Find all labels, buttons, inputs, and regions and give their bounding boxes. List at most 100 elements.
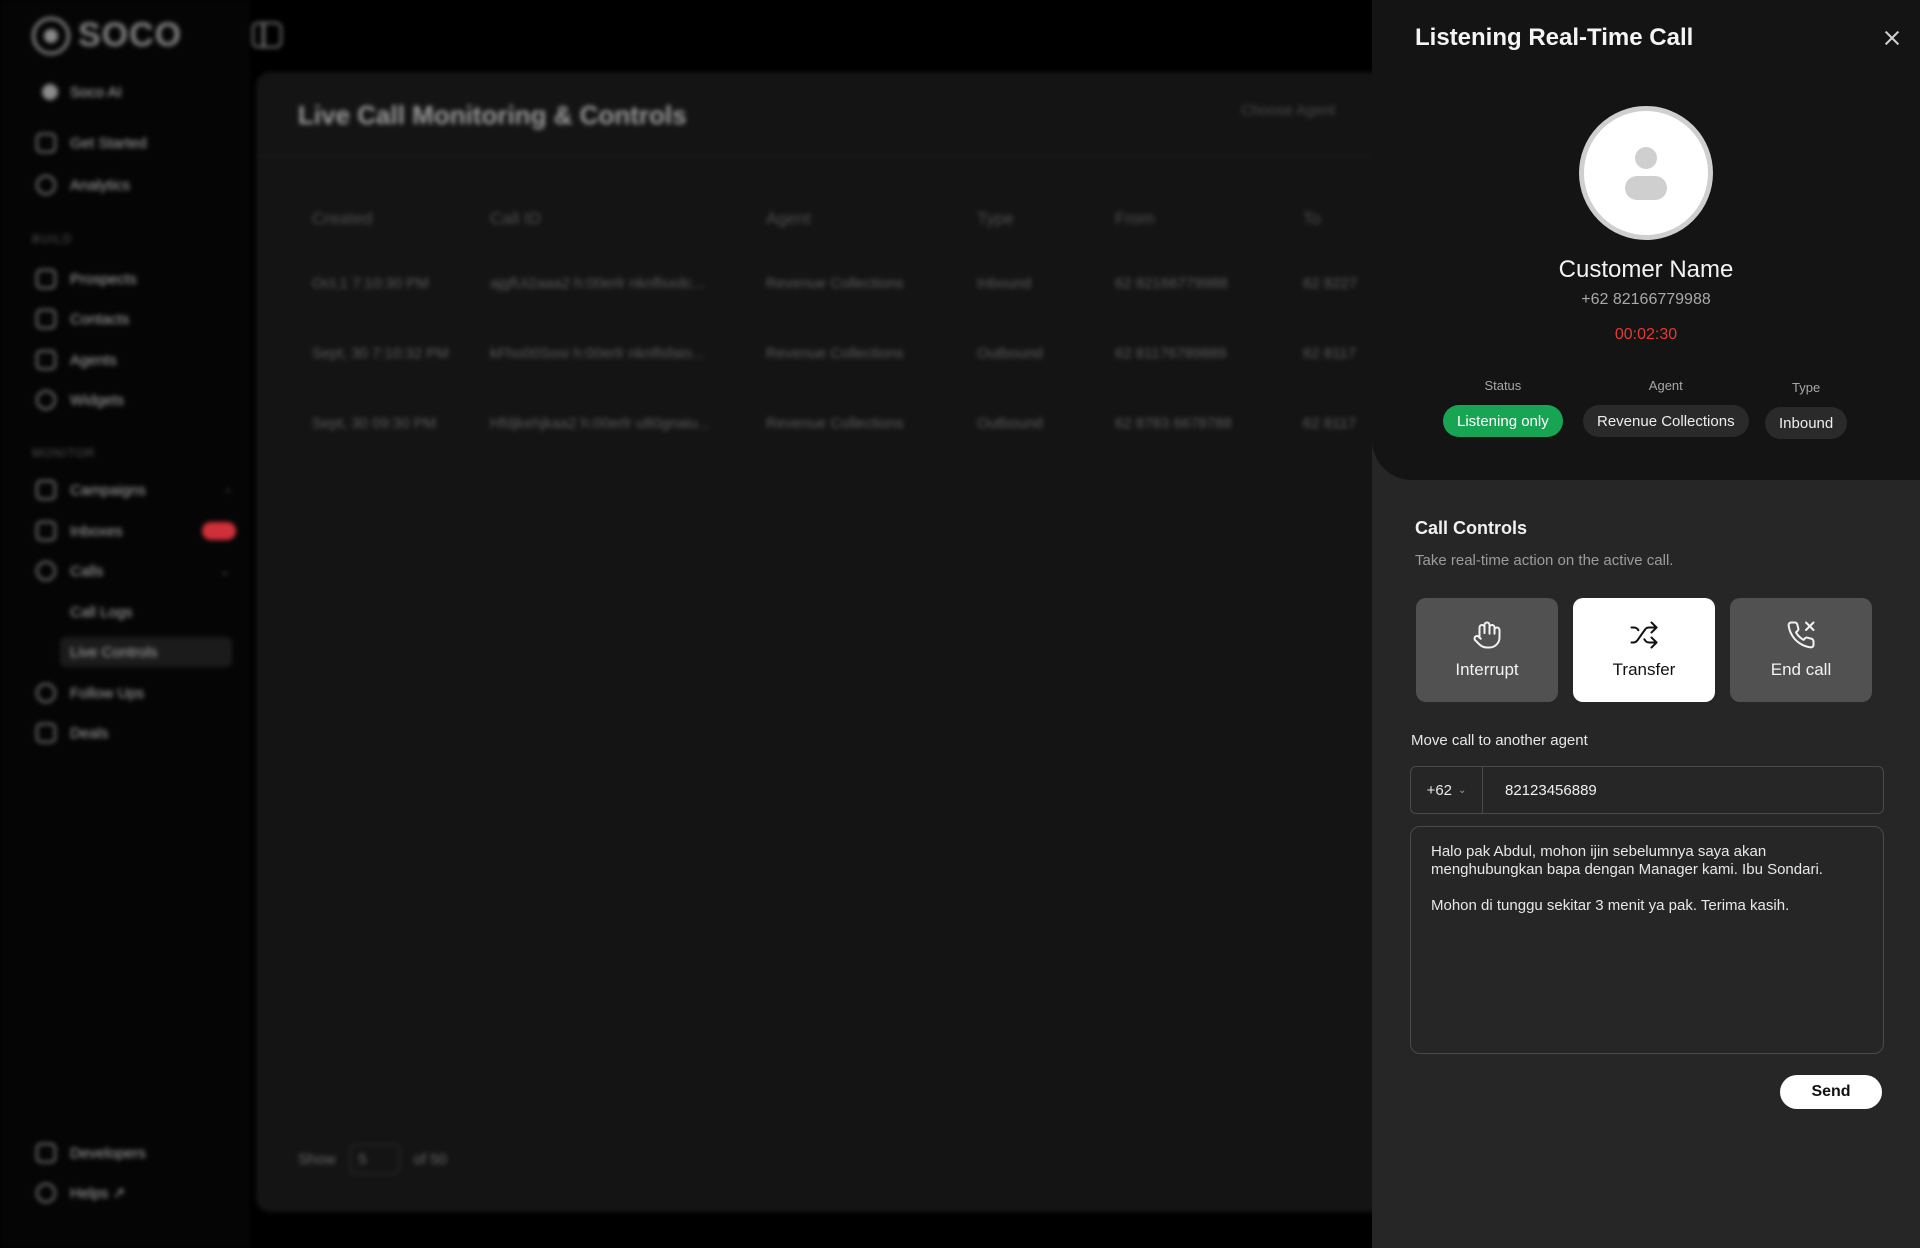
sidebar-item-get-started[interactable]: Get Started (36, 128, 236, 158)
call-controls-title: Call Controls (1415, 518, 1528, 538)
sidebar-item-label: Live Controls (70, 643, 158, 661)
column-header: Agent (766, 209, 811, 228)
end-call-label: End call (1770, 660, 1832, 679)
table-cell: 62 82166779988 (1115, 274, 1228, 292)
sidebar-item-live-controls[interactable]: Live Controls (60, 637, 232, 667)
move-call-label: Move call to another agent (1411, 732, 1588, 749)
status-label: Status (1484, 378, 1522, 393)
column-header: Call ID (490, 209, 542, 228)
table-row[interactable]: Oct,1 7:10:30 PM ajgfUi2aaa2 h:00erlr nk… (312, 248, 1383, 318)
table-cell: ajgfUi2aaa2 h:00erlr nknflsxdc... (490, 274, 705, 292)
sidebar-item-agents[interactable]: Agents (36, 345, 236, 375)
unread-badge (202, 522, 236, 540)
help-icon (36, 1183, 56, 1203)
sidebar-item-label: Helps ↗ (70, 1185, 126, 1202)
customer-name: Customer Name (1558, 256, 1734, 283)
status-badge: Listening only (1443, 405, 1563, 437)
panel-title: Listening Real-Time Call (1415, 24, 1694, 51)
table-row[interactable]: Sept, 30 7:10:32 PM kFho00Sosi h:00erlr … (312, 318, 1383, 388)
workspace-switcher[interactable]: Soco AI (32, 76, 228, 108)
sidebar-item-calls[interactable]: Calls ⌄ (36, 556, 236, 586)
rocket-icon (36, 133, 56, 153)
close-icon[interactable] (1880, 26, 1904, 50)
table-cell: Hfdjkehjkaa2 h:00erlr u80gnaiu... (490, 414, 711, 432)
workspace-name: Soco AI (70, 83, 122, 101)
chevron-right-icon: › (226, 483, 230, 497)
column-header: From (1115, 209, 1155, 228)
caller-info-section: Listening Real-Time Call Customer Name +… (1372, 0, 1920, 480)
chevron-down-icon: ⌄ (1458, 784, 1467, 796)
sidebar-item-label: Analytics (70, 176, 131, 194)
sidebar-item-helps[interactable]: Helps ↗ (36, 1178, 236, 1208)
sidebar-item-label: Follow Ups (70, 684, 145, 702)
sidebar-item-prospects[interactable]: Prospects (36, 264, 236, 294)
customer-phone: +62 82166779988 (1581, 291, 1711, 308)
call-timer: 00:02:30 (1614, 326, 1678, 343)
sidebar-item-follow-ups[interactable]: Follow Ups (36, 678, 236, 708)
table-cell: Outbound (977, 344, 1043, 362)
shuffle-icon (1630, 621, 1658, 649)
interrupt-button[interactable]: Interrupt (1416, 598, 1558, 702)
column-header: Created (312, 209, 373, 228)
code-icon (36, 1143, 56, 1163)
end-call-button[interactable]: End call (1730, 598, 1872, 702)
message-textarea[interactable]: Halo pak Abdul, mohon ijin sebelumnya sa… (1410, 826, 1884, 1054)
sidebar-item-widgets[interactable]: Widgets (36, 385, 236, 415)
sidebar-item-label: Agents (70, 351, 117, 369)
inbox-icon (36, 521, 56, 541)
sidebar-item-label: Calls (70, 562, 104, 580)
column-header: To (1303, 209, 1321, 228)
section-heading-build: BUILD (32, 232, 73, 246)
table-header-row: Created Call ID Agent Type From To (312, 190, 1383, 248)
sidebar-item-label: Deals (70, 724, 109, 742)
table-row[interactable]: Sept, 30 09:30 PM Hfdjkehjkaa2 h:00erlr … (312, 388, 1383, 458)
table-cell: 62 8117 (1303, 344, 1357, 362)
table-cell: Revenue Collections (766, 344, 904, 362)
sidebar-item-label: Contacts (70, 310, 130, 328)
sidebar-item-label: Widgets (70, 391, 125, 409)
bot-icon (36, 350, 56, 370)
pagination-label: Show (298, 1150, 336, 1168)
sidebar-item-call-logs[interactable]: Call Logs (70, 597, 270, 627)
dollar-icon (36, 723, 56, 743)
sidebar-item-label: Inboxes (70, 522, 123, 540)
send-button[interactable]: Send (1780, 1075, 1882, 1109)
sidebar-item-deals[interactable]: Deals (36, 718, 236, 748)
sidebar-item-inboxes[interactable]: Inboxes (36, 516, 236, 546)
table-cell: 62 8227 (1303, 274, 1358, 292)
sidebar-item-campaigns[interactable]: Campaigns › (36, 475, 236, 505)
choose-agent-select[interactable]: Choose Agent (1241, 102, 1335, 119)
table-cell: 62 8783 6678788 (1115, 414, 1232, 432)
megaphone-icon (36, 480, 56, 500)
table-cell: kFho00Sosi h:00erlr nknflsfaio... (490, 344, 705, 362)
sidebar-item-developers[interactable]: Developers (36, 1138, 236, 1168)
transfer-button[interactable]: Transfer (1573, 598, 1715, 702)
table-cell: Inbound (977, 274, 1032, 292)
country-code-value: +62 (1426, 781, 1453, 799)
table-cell: Revenue Collections (766, 414, 904, 432)
phone-number-input[interactable] (1483, 767, 1883, 813)
agent-info: Agent Revenue Collections (1583, 378, 1749, 437)
column-header: Type (977, 209, 1014, 228)
sidebar-item-contacts[interactable]: Contacts (36, 304, 236, 334)
call-controls-subtitle: Take real-time action on the active call… (1415, 552, 1674, 569)
phone-icon (36, 561, 56, 581)
logo-text: SOCO (78, 16, 183, 54)
users-icon (36, 269, 56, 289)
logo-icon (32, 16, 70, 55)
table-cell: 62 8117 (1303, 414, 1357, 432)
sidebar-item-analytics[interactable]: Analytics (36, 170, 236, 200)
sidebar-toggle-icon[interactable] (252, 22, 282, 48)
widget-icon (36, 390, 56, 410)
page-size-input[interactable]: 5 (349, 1144, 400, 1174)
workspace-icon (42, 84, 58, 100)
sidebar-item-label: Call Logs (70, 603, 133, 621)
pagination-total: of 50 (413, 1150, 447, 1168)
country-code-select[interactable]: +62 ⌄ (1411, 767, 1483, 813)
type-label: Type (1792, 380, 1821, 395)
page-title: Live Call Monitoring & Controls (298, 100, 687, 130)
section-heading-monitor: MONITOR (32, 446, 96, 460)
listening-call-panel: Listening Real-Time Call Customer Name +… (1372, 0, 1920, 1248)
sidebar-item-label: Get Started (70, 134, 147, 152)
contacts-icon (36, 309, 56, 329)
